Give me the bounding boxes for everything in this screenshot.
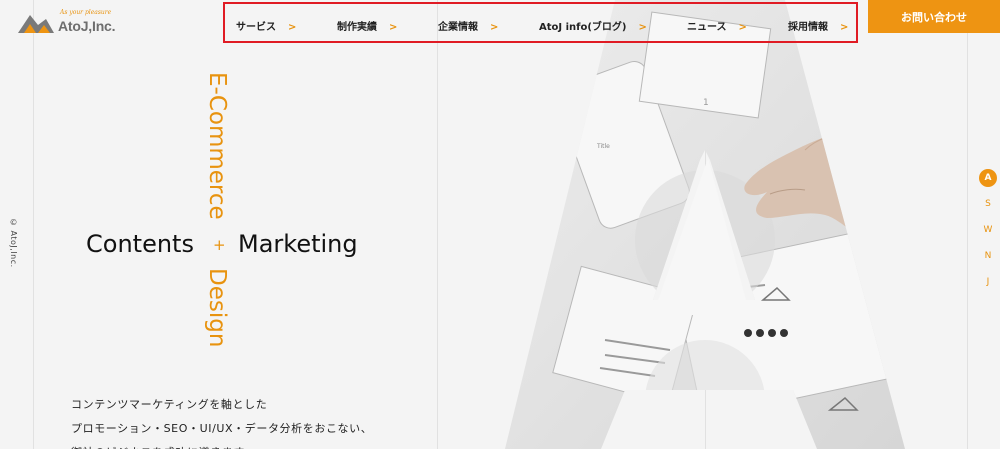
chevron-right-icon: >	[738, 22, 747, 33]
nav-label: AtoJ info(ブログ)	[539, 22, 627, 33]
side-index: A S W N J	[979, 169, 997, 299]
guide-line	[437, 0, 438, 449]
side-index-a[interactable]: A	[979, 169, 997, 187]
side-index-s[interactable]: S	[979, 195, 997, 213]
copyright: © AtoJ,Inc.	[9, 218, 18, 268]
page: 1 2 Title As your pleasure AtoJ,Inc. サービ…	[0, 0, 1000, 449]
logo-tagline: As your pleasure	[60, 9, 112, 16]
side-index-n[interactable]: N	[979, 247, 997, 265]
chevron-right-icon: >	[288, 22, 297, 33]
hero-image: 1 2 Title	[505, 0, 905, 449]
nav-item-blog[interactable]: AtoJ info(ブログ) >	[539, 18, 647, 34]
card-title-label: Title	[596, 143, 610, 150]
nav-item-services[interactable]: サービス >	[236, 18, 296, 34]
nav-item-news[interactable]: ニュース >	[687, 18, 747, 34]
logo-mark-icon	[18, 15, 54, 33]
chevron-right-icon: >	[638, 22, 647, 33]
nav-item-works[interactable]: 制作実績 >	[337, 18, 397, 34]
chevron-right-icon: >	[389, 22, 398, 33]
vertical-heading-ecommerce: E-Commerce	[204, 72, 230, 220]
guide-line	[33, 0, 34, 449]
nav-label: 制作実績	[337, 22, 377, 33]
headline-contents: Contents	[86, 230, 194, 258]
guide-line	[967, 0, 968, 449]
intro-line: プロモーション・SEO・UI/UX・データ分析をおこない、	[71, 422, 373, 435]
headline-marketing: Marketing	[238, 230, 358, 258]
nav-label: 採用情報	[788, 22, 828, 33]
step-number-1: 1	[703, 98, 709, 108]
intro-line: コンテンツマーケティングを軸とした	[71, 398, 268, 411]
chevron-right-icon: >	[490, 22, 499, 33]
nav-label: 企業情報	[438, 22, 478, 33]
contact-button[interactable]: お問い合わせ	[868, 0, 1000, 33]
logo[interactable]: As your pleasure AtoJ,Inc.	[16, 9, 116, 39]
nav-item-company[interactable]: 企業情報 >	[438, 18, 498, 34]
side-index-w[interactable]: W	[979, 221, 997, 239]
vertical-heading-design: Design	[204, 268, 230, 348]
side-index-j[interactable]: J	[979, 273, 997, 291]
main-nav: サービス > 制作実績 > 企業情報 > AtoJ info(ブログ) > ニュース > …	[223, 2, 858, 43]
chevron-right-icon: >	[840, 22, 849, 33]
nav-label: サービス	[236, 22, 276, 33]
intro-line: 御社のビジネスを成功に導きます。	[71, 441, 372, 449]
intro-text: コンテンツマーケティングを軸とした プロモーション・SEO・UI/UX・データ分…	[71, 393, 372, 449]
nav-label: ニュース	[687, 22, 727, 33]
logo-name: AtoJ,Inc.	[58, 18, 116, 34]
nav-item-recruit[interactable]: 採用情報 >	[788, 18, 848, 34]
plus-sign: +	[213, 236, 226, 254]
